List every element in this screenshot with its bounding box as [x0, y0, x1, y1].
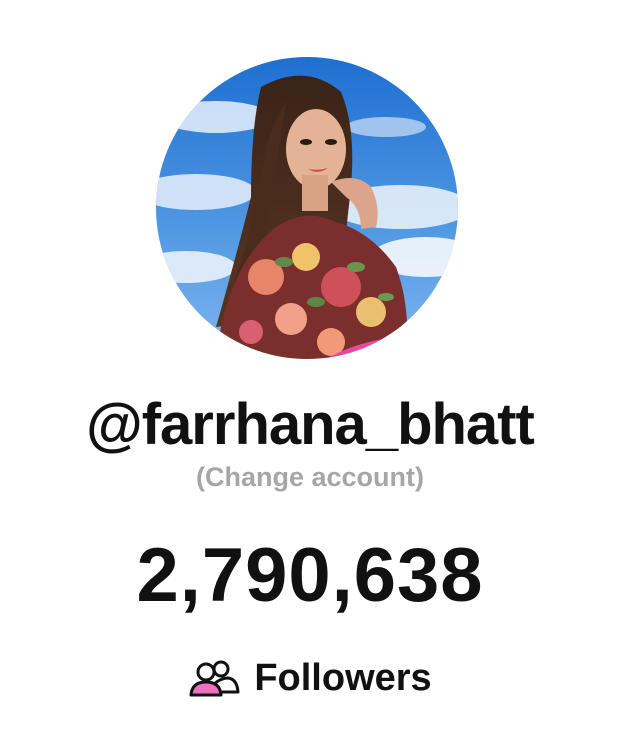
profile-avatar: [156, 57, 458, 359]
followers-label: Followers: [254, 657, 432, 699]
followers-row: Followers: [0, 654, 620, 702]
people-icon: [188, 658, 240, 698]
change-account-link[interactable]: (Change account): [0, 460, 620, 494]
username: @farrhana_bhatt: [86, 392, 535, 457]
follower-count: 2,790,638: [136, 533, 484, 618]
avatar-photo: [156, 57, 458, 359]
